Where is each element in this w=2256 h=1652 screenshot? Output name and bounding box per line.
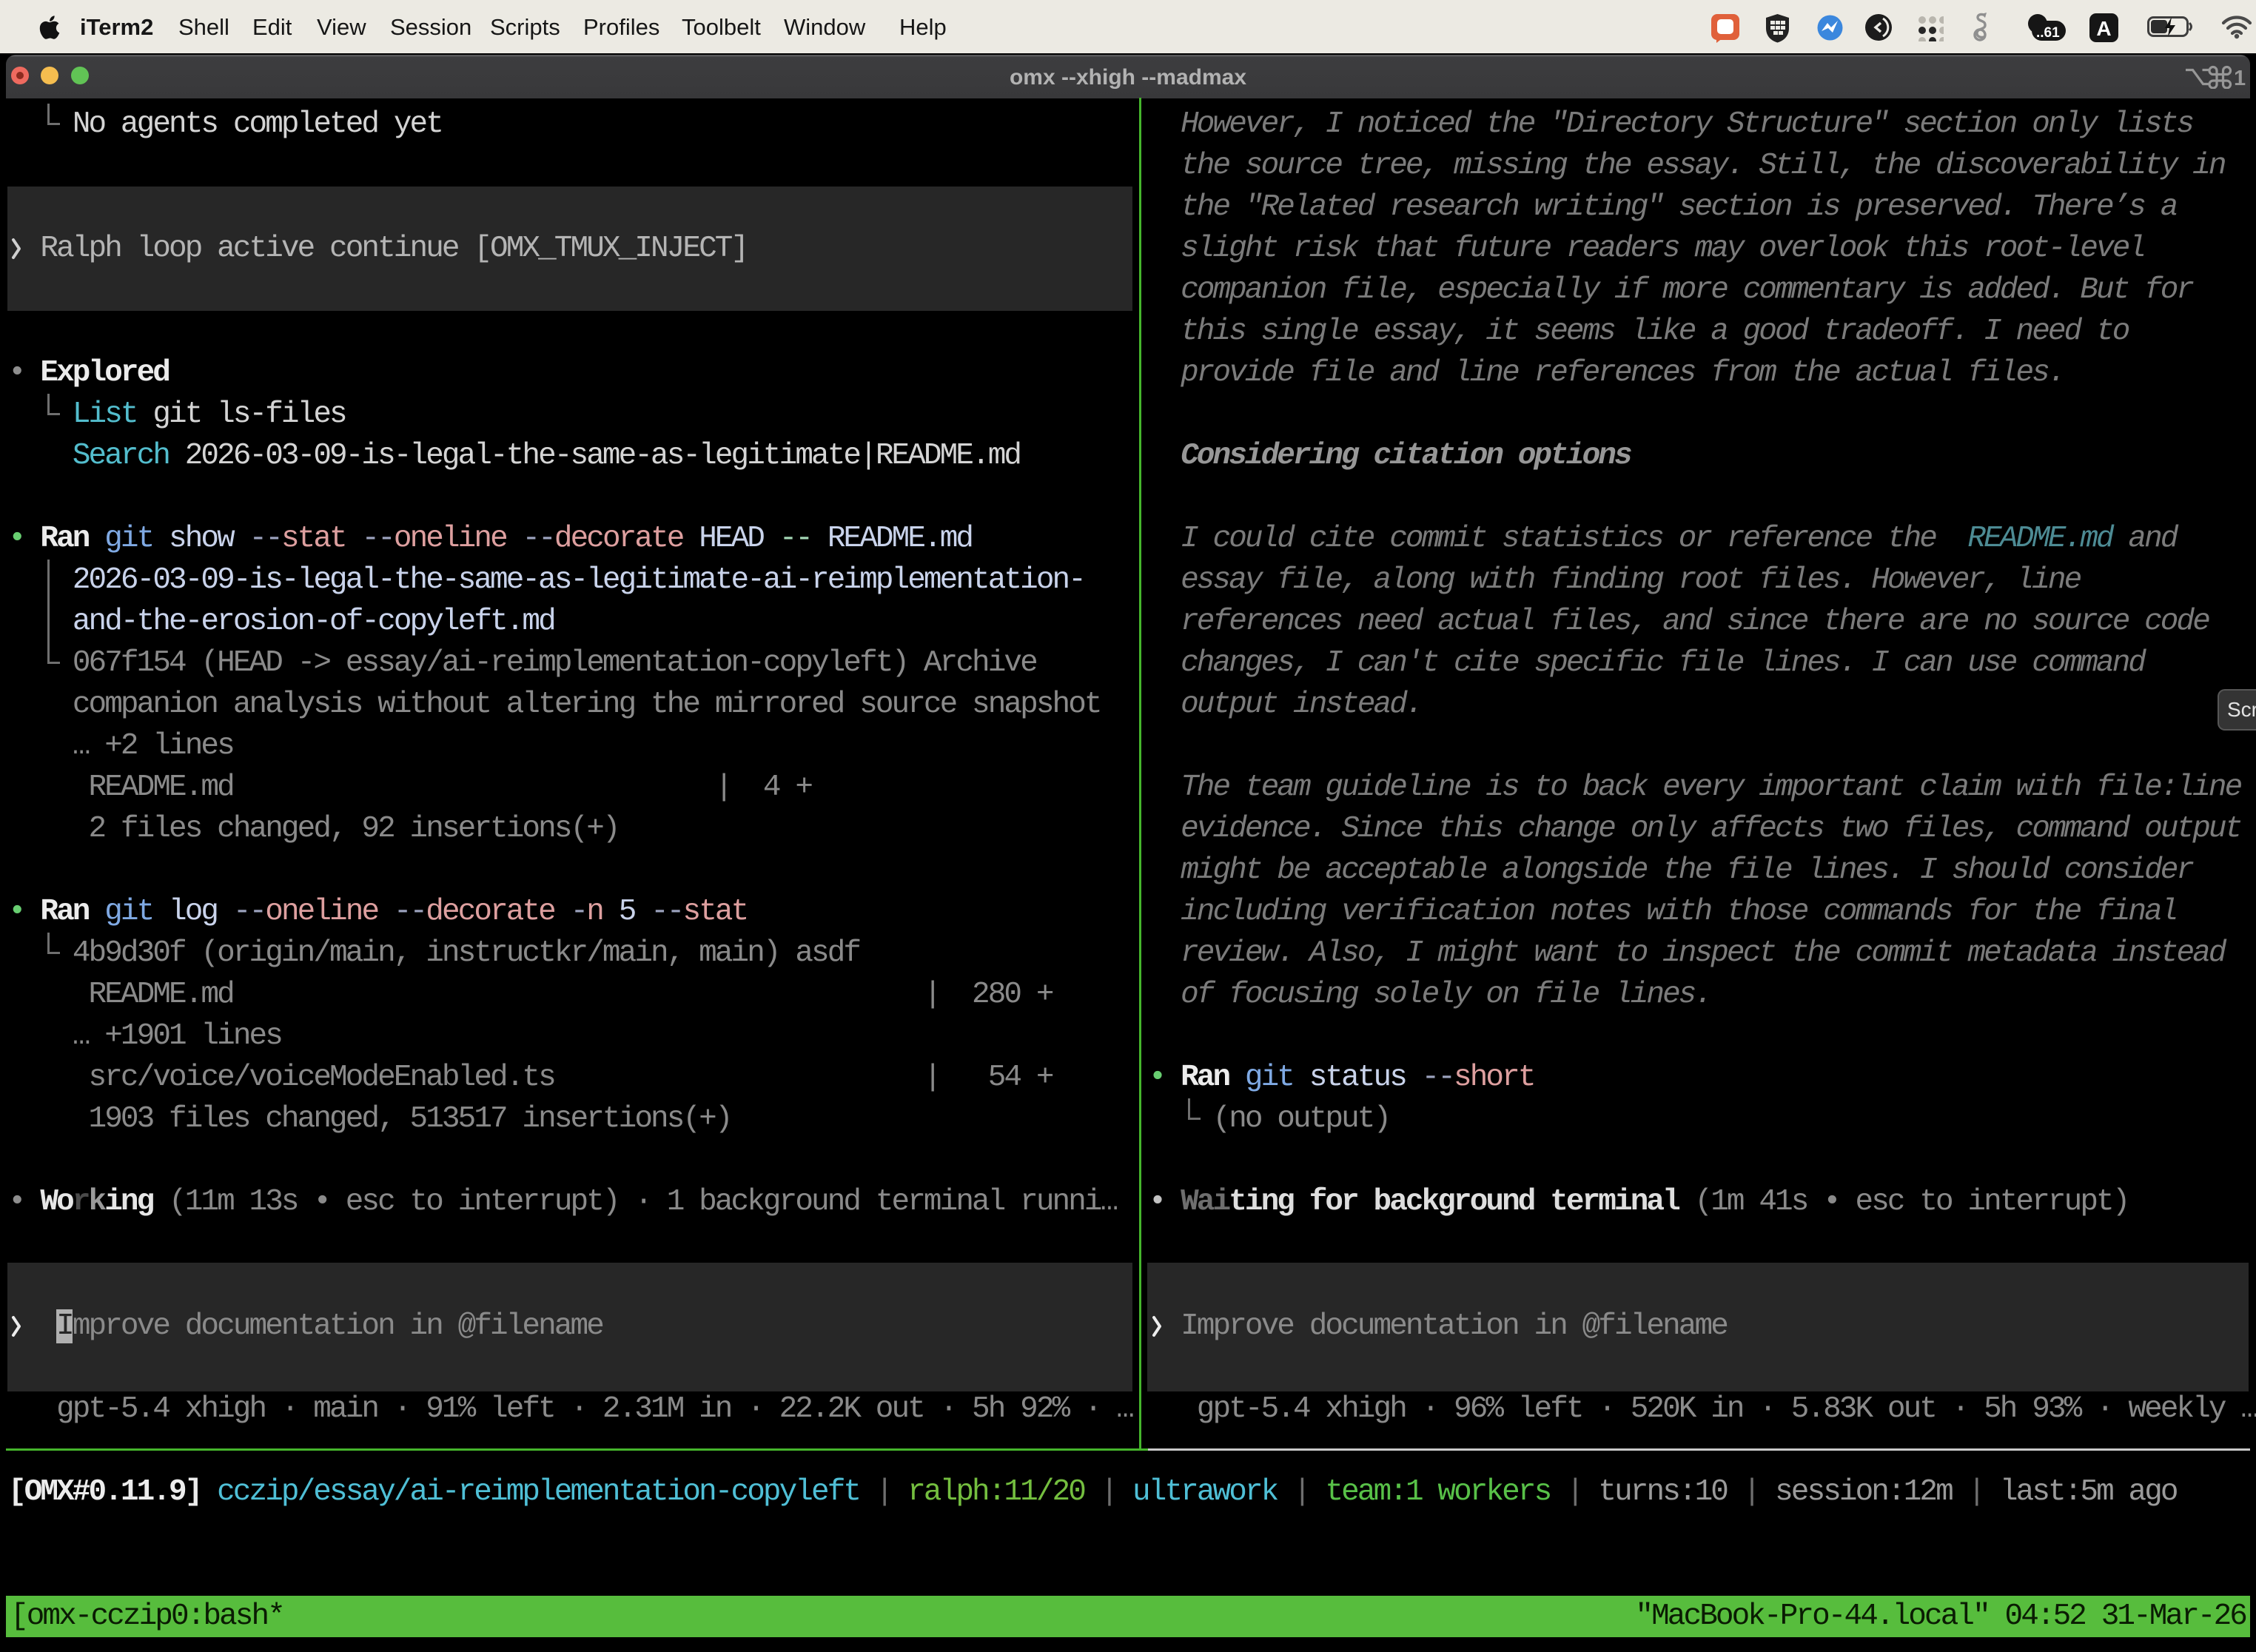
svg-text:1: 1 — [2234, 67, 2246, 89]
svg-text:..61: ..61 — [2036, 25, 2060, 41]
svg-text:A: A — [2096, 17, 2111, 40]
